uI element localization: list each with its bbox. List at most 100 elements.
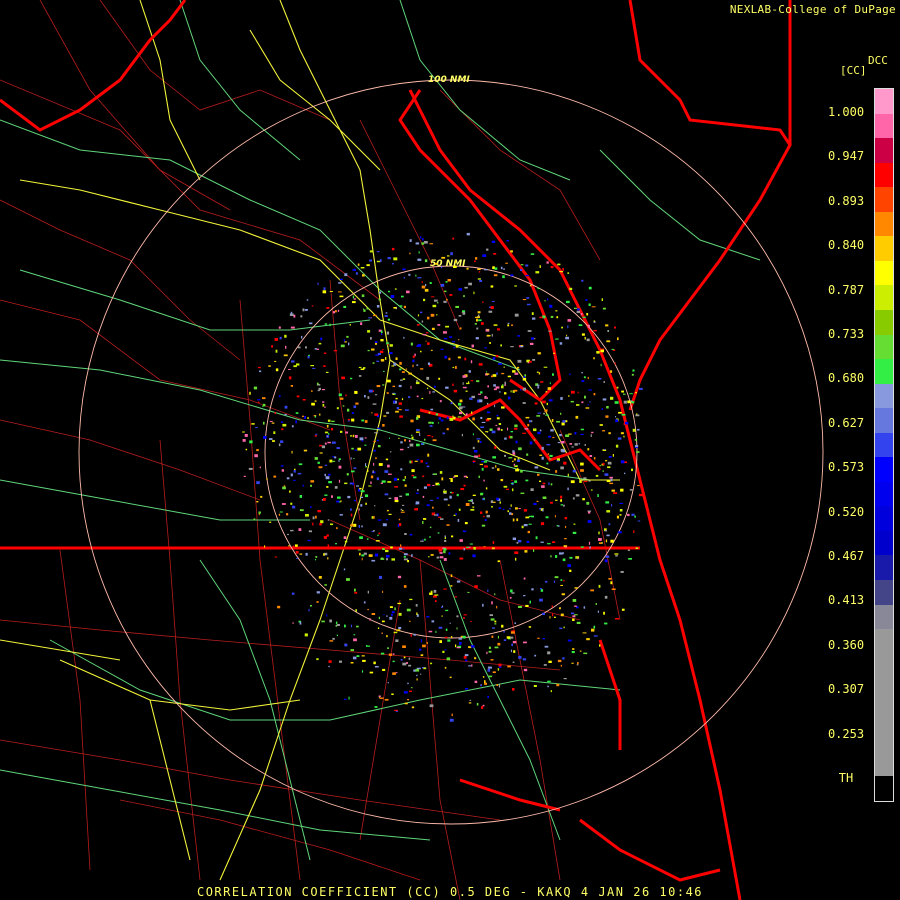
radar-pixel [395,397,398,400]
radar-pixel [416,364,419,366]
radar-pixel [415,492,419,494]
radar-pixel [518,508,521,509]
radar-pixel [479,441,482,444]
radar-pixel [336,634,338,637]
radar-pixel [297,472,302,475]
radar-pixel [628,558,632,560]
radar-pixel [635,392,637,394]
colorbar-tick-label: 0.573 [827,460,865,475]
radar-pixel [420,460,423,463]
radar-pixel [443,489,445,491]
radar-pixel [564,538,567,540]
radar-pixel [486,402,489,405]
colorbar-tick-label: 0.253 [827,726,865,741]
radar-pixel [432,484,435,486]
radar-pixel [500,344,502,347]
radar-pixel [572,599,577,602]
radar-pixel [610,370,613,373]
radar-pixel [401,371,405,373]
radar-pixel [403,336,405,339]
radar-pixel [495,465,497,468]
radar-pixel [431,296,435,298]
radar-pixel [489,614,493,616]
radar-pixel [496,605,498,609]
radar-pixel [336,624,340,626]
radar-pixel [324,584,327,586]
radar-pixel [531,337,535,340]
radar-pixel [322,403,325,407]
radar-pixel [314,435,317,437]
radar-pixel [476,380,480,383]
radar-pixel [485,373,490,375]
radar-pixel [376,385,381,388]
radar-pixel [498,666,502,668]
radar-pixel [503,631,505,633]
radar-pixel [539,454,543,456]
radar-pixel [476,318,478,322]
radar-pixel [355,435,358,438]
radar-pixel [318,466,323,469]
radar-pixel [519,388,522,391]
radar-pixel [449,622,451,624]
radar-pixel [382,384,385,386]
radar-pixel [470,645,475,648]
radar-pixel [481,421,486,423]
radar-pixel [530,342,534,345]
radar-pixel [455,644,457,648]
radar-pixel [279,511,283,513]
radar-pixel [565,525,567,529]
radar-pixel [498,663,502,667]
radar-pixel [307,417,309,420]
radar-pixel [488,310,493,313]
radar-pixel [450,479,453,482]
radar-pixel [453,318,458,322]
radar-pixel [409,598,413,601]
radar-pixel [424,288,429,292]
radar-pixel [527,330,532,332]
radar-pixel [480,511,483,514]
radar-pixel [609,476,613,479]
radar-pixel [569,443,572,445]
radar-pixel [540,541,544,543]
radar-pixel [587,510,592,512]
radar-pixel [491,300,495,302]
radar-pixel [465,413,468,416]
radar-pixel [417,489,419,492]
radar-pixel [391,365,395,367]
radar-pixel [553,352,555,354]
radar-pixel [443,331,447,334]
radar-pixel [556,420,560,423]
radar-pixel [490,618,495,621]
radar-pixel [448,552,451,555]
radar-pixel [447,639,451,642]
radar-pixel [331,420,335,422]
radar-pixel [544,409,548,412]
radar-pixel [535,271,540,274]
radar-pixel [404,476,406,479]
radar-pixel [416,429,420,431]
radar-pixel [316,601,319,603]
radar-pixel [560,495,563,499]
radar-pixel [580,433,584,435]
radar-pixel [455,305,459,308]
radar-pixel [354,588,356,592]
radar-pixel [327,544,330,547]
radar-pixel [398,518,401,521]
radar-pixel [507,322,510,324]
colorbar-segment [875,359,893,385]
radar-pixel [502,508,505,511]
radar-pixel [343,698,347,700]
radar-pixel [256,501,259,503]
radar-pixel [343,536,347,539]
radar-pixel [446,657,451,661]
radar-pixel [333,350,338,352]
radar-pixel [470,360,473,364]
radar-pixel [416,324,420,326]
radar-pixel [258,511,261,514]
radar-pixel [321,445,325,449]
radar-pixel [416,345,419,347]
radar-pixel [514,427,518,430]
radar-pixel [350,457,352,460]
radar-pixel [423,518,427,520]
radar-pixel [468,282,472,286]
